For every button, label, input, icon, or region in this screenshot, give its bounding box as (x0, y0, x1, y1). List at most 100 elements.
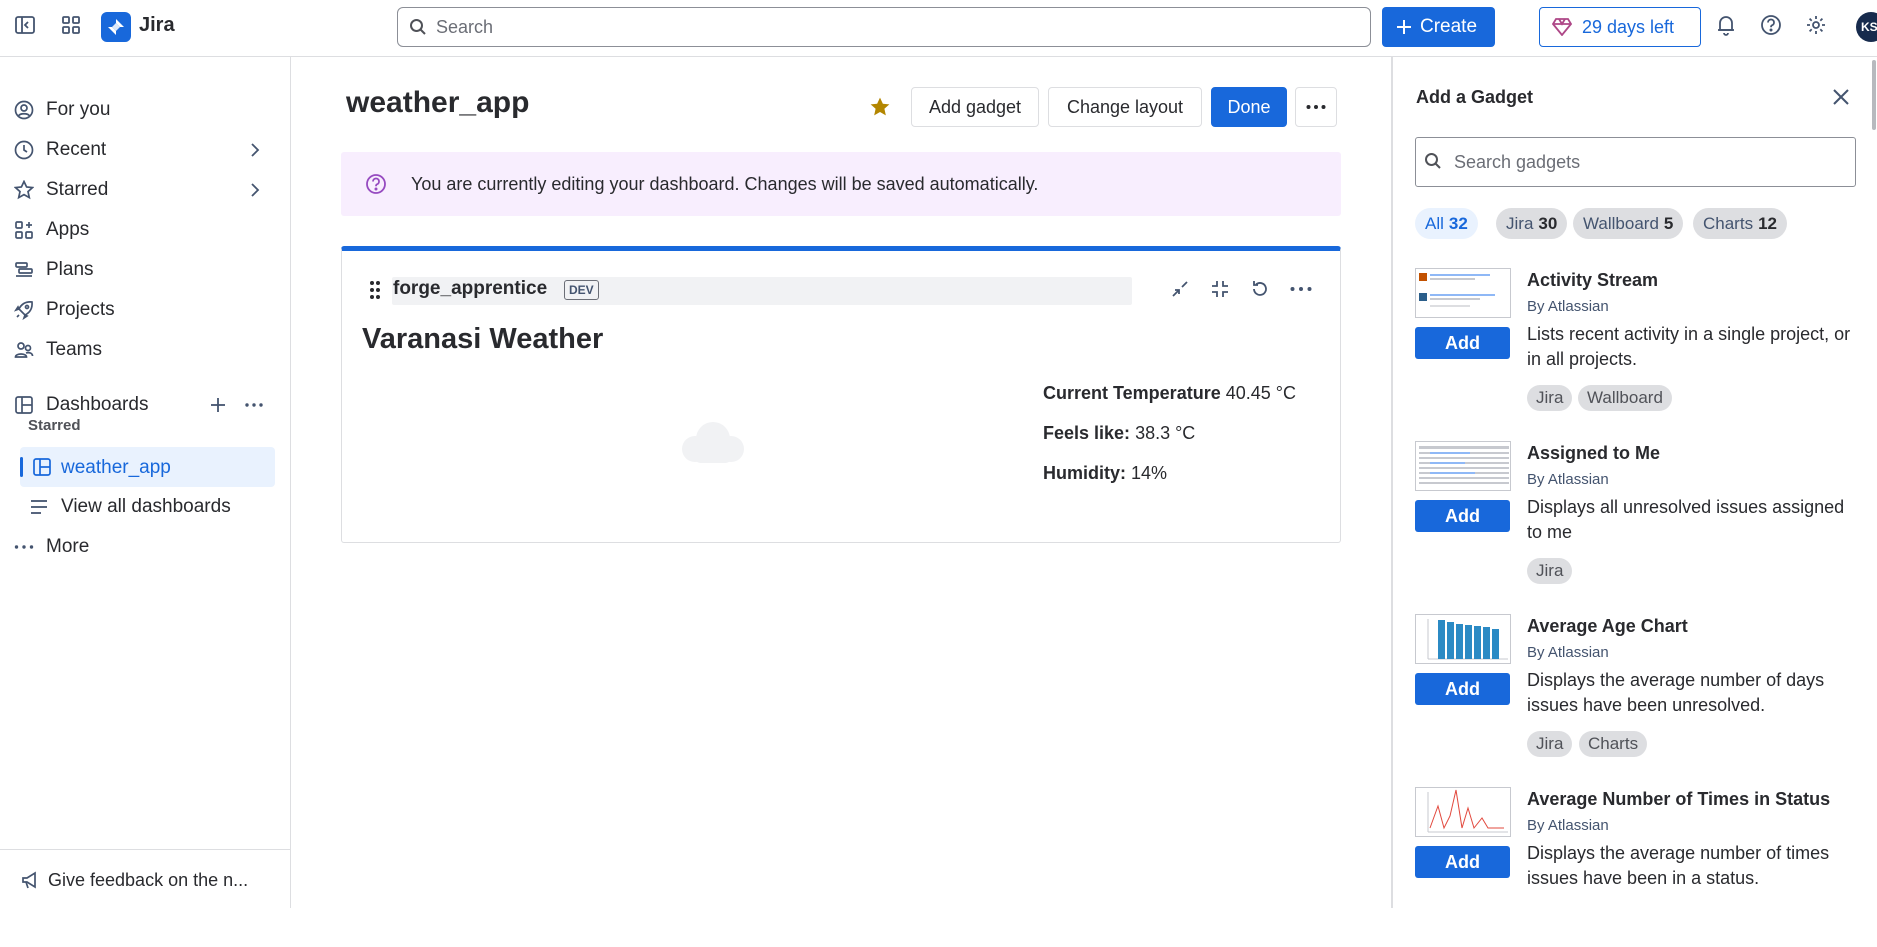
sidebar-item-recent[interactable]: Recent (0, 132, 291, 168)
jira-logo-icon[interactable] (101, 12, 131, 42)
gadget-title: Average Number of Times in Status (1527, 789, 1831, 809)
create-button[interactable]: Create (1382, 7, 1495, 47)
give-feedback-button[interactable]: Give feedback on the n... (0, 849, 291, 908)
add-gadget-button[interactable]: Add (1415, 673, 1510, 705)
starred-star-icon[interactable] (869, 96, 891, 118)
banner-text: You are currently editing your dashboard… (411, 174, 1039, 194)
panel-title: Add a Gadget (1416, 87, 1534, 107)
selected-indicator (20, 457, 23, 477)
more-dots-icon (14, 537, 34, 557)
megaphone-icon (20, 870, 40, 890)
gadget-description: Lists recent activity in a single projec… (1527, 324, 1851, 369)
sidebar-item-teams[interactable]: Teams (0, 332, 291, 368)
more-actions-button[interactable] (1295, 87, 1337, 127)
trial-button[interactable]: 29 days left (1539, 7, 1701, 47)
chip-label: Wallboard (1583, 213, 1659, 233)
gadget-list-item: Add Activity Stream By Atlassian Lists r… (1415, 268, 1855, 428)
humidity-label: Humidity: (1043, 463, 1126, 483)
average-age-chart-thumbnail (1415, 614, 1511, 664)
sidebar-item-apps[interactable]: Apps (0, 212, 291, 248)
star-icon (14, 180, 34, 200)
minimize-icon[interactable] (1170, 279, 1190, 299)
sidebar-item-label: Recent (46, 139, 107, 160)
sidebar-item-weather-app[interactable]: weather_app (20, 447, 275, 487)
page-title[interactable]: weather_app (346, 86, 529, 120)
sidebar-item-projects[interactable]: Projects (0, 292, 291, 328)
gadget-author: By Atlassian (1527, 817, 1609, 834)
help-icon[interactable] (1759, 13, 1783, 37)
add-gadget-panel: Add a Gadget Search gadgets All 32 Jira 30… (1391, 57, 1877, 908)
add-gadget-button[interactable]: Add (1415, 846, 1510, 878)
sidebar-item-label: Plans (46, 259, 94, 280)
gadget-author: By Atlassian (1527, 471, 1609, 488)
sidebar-item-label: Projects (46, 299, 115, 320)
gadget-author: By Atlassian (1527, 644, 1609, 661)
starred-section-header: Starred (28, 417, 81, 434)
panel-scrollbar[interactable] (1872, 60, 1876, 130)
close-icon[interactable] (1831, 87, 1851, 107)
gadget-tag: Charts (1579, 731, 1648, 757)
more-actions-icon[interactable] (245, 403, 263, 407)
filter-chip-all[interactable]: All 32 (1415, 208, 1478, 239)
sidebar-toggle-icon[interactable] (13, 13, 37, 37)
feels-like-label: Feels like: (1043, 423, 1131, 443)
chip-label: Jira (1506, 213, 1534, 233)
chevron-right-icon[interactable] (246, 181, 264, 199)
change-layout-button[interactable]: Change layout (1048, 87, 1202, 127)
sidebar-item-more[interactable]: More (0, 529, 291, 565)
diamond-icon (1552, 18, 1572, 36)
current-temperature: Current Temperature 40.45 °C (1043, 383, 1296, 404)
sidebar-item-plans[interactable]: Plans (0, 252, 291, 288)
more-dots-icon (1306, 105, 1326, 109)
user-avatar[interactable]: KS (1856, 12, 1877, 42)
view-all-dashboards-link[interactable]: View all dashboards (0, 489, 291, 525)
global-search-input[interactable]: Search (397, 7, 1371, 47)
weather-heading: Varanasi Weather (362, 323, 604, 355)
sidebar-item-starred[interactable]: Starred (0, 172, 291, 208)
gadget-search-input[interactable]: Search gadgets (1415, 137, 1856, 187)
clock-icon (14, 140, 34, 160)
gadget-author: By Atlassian (1527, 298, 1609, 315)
humidity-value: 14% (1131, 463, 1168, 483)
gadget-title: Assigned to Me (1527, 443, 1661, 463)
sidebar-item-label: For you (46, 99, 111, 120)
notifications-bell-icon[interactable] (1714, 13, 1738, 37)
dev-badge: DEV (564, 280, 599, 300)
search-icon (1424, 152, 1442, 170)
temperature-value: 40.45 °C (1225, 383, 1296, 403)
drag-handle-icon[interactable] (369, 280, 381, 300)
top-navigation-bar: Jira Search Create 29 days left KS (0, 0, 1877, 57)
refresh-icon[interactable] (1250, 279, 1270, 299)
filter-chip-jira[interactable]: Jira 30 (1496, 208, 1568, 239)
gadget-list-item: Add Average Number of Times in Status By… (1415, 787, 1855, 947)
search-icon (409, 18, 427, 36)
rocket-icon (14, 300, 34, 320)
add-dashboard-plus-icon[interactable] (210, 397, 226, 413)
filter-chip-wallboard[interactable]: Wallboard 5 (1573, 208, 1684, 239)
editing-info-banner: You are currently editing your dashboard… (341, 152, 1341, 216)
add-gadget-button[interactable]: Add (1415, 327, 1510, 359)
collapse-icon[interactable] (1210, 279, 1230, 299)
gadget-more-icon[interactable] (1290, 287, 1312, 291)
product-name[interactable]: Jira (139, 14, 175, 37)
done-button[interactable]: Done (1211, 87, 1287, 127)
gadget-list-item: Add Average Age Chart By Atlassian Displ… (1415, 614, 1855, 774)
chip-count: 30 (1538, 213, 1558, 233)
filter-chip-charts[interactable]: Charts 12 (1693, 208, 1787, 239)
sidebar-item-for-you[interactable]: For you (0, 92, 291, 128)
gadget-description: Displays the average number of days issu… (1527, 670, 1825, 715)
dashboard-icon (32, 457, 52, 477)
gadget-title: Average Age Chart (1527, 616, 1688, 636)
chevron-right-icon[interactable] (246, 141, 264, 159)
add-gadget-button[interactable]: Add (1415, 500, 1510, 532)
app-switcher-icon[interactable] (59, 13, 83, 37)
add-gadget-button[interactable]: Add gadget (911, 87, 1039, 127)
assigned-to-me-thumbnail (1415, 441, 1511, 491)
settings-gear-icon[interactable] (1804, 13, 1828, 37)
question-circle-icon (365, 173, 387, 195)
temperature-label: Current Temperature (1043, 383, 1221, 403)
chip-count: 12 (1758, 213, 1777, 233)
chip-label: Charts (1703, 213, 1754, 233)
average-times-in-status-thumbnail (1415, 787, 1511, 837)
chip-count: 32 (1448, 213, 1468, 233)
